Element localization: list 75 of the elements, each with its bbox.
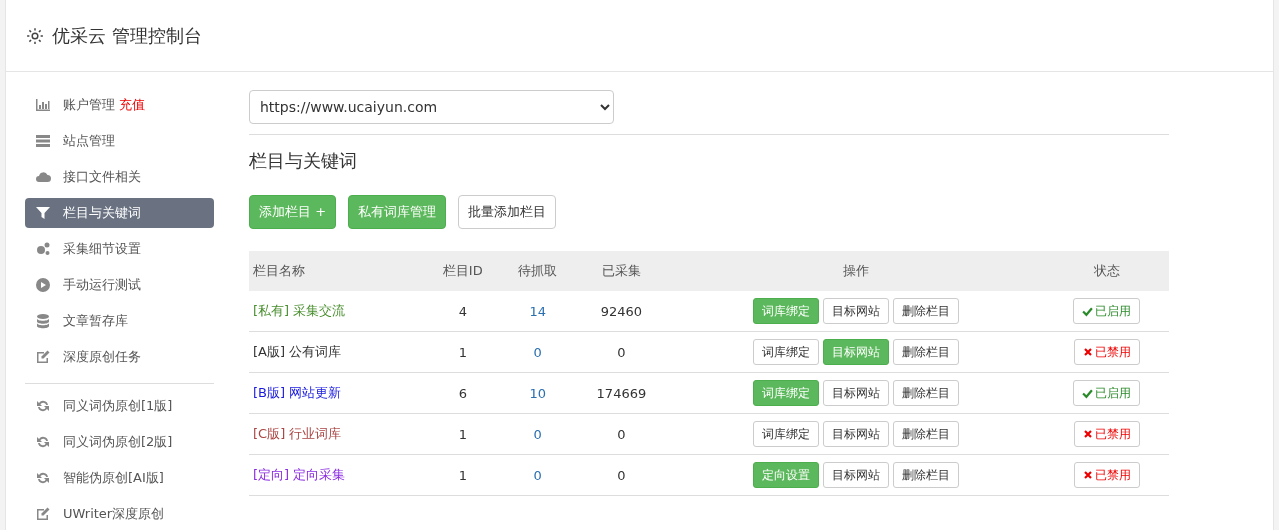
row-action-button[interactable]: 词库绑定	[753, 421, 820, 447]
column-header: 栏目名称	[249, 251, 425, 291]
refresh-icon	[35, 434, 51, 450]
app-title: 优采云 管理控制台	[52, 23, 202, 48]
check-icon	[1082, 387, 1094, 399]
row-action-button[interactable]: 删除栏目	[893, 339, 960, 365]
row-action-button[interactable]: 目标网站	[823, 421, 890, 447]
row-action-button[interactable]: 目标网站	[823, 462, 890, 488]
column-name: [定向] 定向采集	[249, 454, 425, 496]
refresh-icon	[35, 398, 51, 414]
table-cell: 10	[500, 372, 575, 414]
sidebar-item[interactable]: 文章暂存库	[25, 306, 214, 336]
cloud-icon	[35, 169, 51, 185]
database-icon	[35, 313, 51, 329]
sidebar-item[interactable]: 栏目与关键词	[25, 198, 214, 228]
sidebar-item[interactable]: 智能伪原创[AI版]	[25, 463, 214, 493]
table-cell: 4	[424, 291, 501, 332]
status-button[interactable]: 已禁用	[1073, 462, 1140, 488]
chart-icon	[35, 97, 51, 113]
column-header: 待抓取	[500, 251, 575, 291]
cross-icon	[1082, 347, 1093, 357]
column-header: 状态	[1044, 251, 1169, 291]
section-title: 栏目与关键词	[249, 149, 358, 173]
column-name: [B版] 网站更新	[249, 372, 425, 414]
sidebar-item[interactable]: 同义词伪原创[1版]	[25, 391, 214, 421]
status-button[interactable]: 已禁用	[1073, 339, 1140, 365]
row-action-button[interactable]: 删除栏目	[893, 421, 960, 447]
column-header: 已采集	[574, 251, 669, 291]
action-button[interactable]: 批量添加栏目	[458, 195, 557, 229]
recharge-link[interactable]: 充值	[119, 96, 145, 114]
sidebar-item[interactable]: 采集细节设置	[25, 234, 214, 264]
table-cell: 14	[500, 291, 575, 332]
sidebar-item[interactable]: 深度原创任务	[25, 342, 214, 372]
table-cell: 0	[500, 454, 575, 496]
table-cell: 1	[424, 413, 501, 455]
sidebar-item[interactable]: 站点管理	[25, 126, 214, 156]
column-name: [A版] 公有词库	[249, 331, 425, 373]
table-cell: 0	[574, 331, 669, 373]
column-header: 操作	[668, 251, 1045, 291]
row-action-button[interactable]: 删除栏目	[893, 380, 960, 406]
table-cell: 92460	[574, 291, 669, 332]
cross-icon	[1082, 429, 1093, 439]
row-action-button[interactable]: 词库绑定	[753, 339, 820, 365]
edit-icon	[35, 349, 51, 365]
sidebar-item[interactable]: 手动运行测试	[25, 270, 214, 300]
status-button[interactable]: 已启用	[1073, 298, 1141, 324]
status-button[interactable]: 已禁用	[1073, 421, 1140, 447]
row-action-button[interactable]: 目标网站	[823, 298, 890, 324]
edit-icon	[35, 506, 51, 522]
status-button[interactable]: 已启用	[1073, 380, 1141, 406]
sidebar-item[interactable]: 账户管理 充值	[25, 90, 214, 120]
table-cell: 1	[424, 454, 501, 496]
refresh-icon	[35, 470, 51, 486]
table-cell: 1	[424, 331, 501, 373]
table-cell: 6	[424, 372, 501, 414]
row-action-button[interactable]: 目标网站	[823, 380, 890, 406]
table-cell: 174669	[574, 372, 669, 414]
site-select[interactable]: https://www.ucaiyun.com	[249, 90, 614, 124]
server-icon	[35, 133, 51, 149]
play-icon	[35, 277, 51, 293]
table-cell: 0	[500, 331, 575, 373]
filter-icon	[35, 205, 51, 221]
row-action-button[interactable]: 删除栏目	[893, 462, 960, 488]
column-name: [私有] 采集交流	[249, 291, 425, 332]
sidebar-item[interactable]: 接口文件相关	[25, 162, 214, 192]
column-name: [C版] 行业词库	[249, 413, 425, 455]
table-cell: 0	[574, 454, 669, 496]
cross-icon	[1082, 470, 1093, 480]
row-action-button[interactable]: 删除栏目	[893, 298, 960, 324]
table-cell: 0	[500, 413, 575, 455]
column-header: 栏目ID	[424, 251, 501, 291]
sidebar-item[interactable]: UWriter深度原创	[25, 499, 214, 529]
table-cell: 0	[574, 413, 669, 455]
check-icon	[1082, 305, 1094, 317]
sidebar-item[interactable]: 同义词伪原创[2版]	[25, 427, 214, 457]
